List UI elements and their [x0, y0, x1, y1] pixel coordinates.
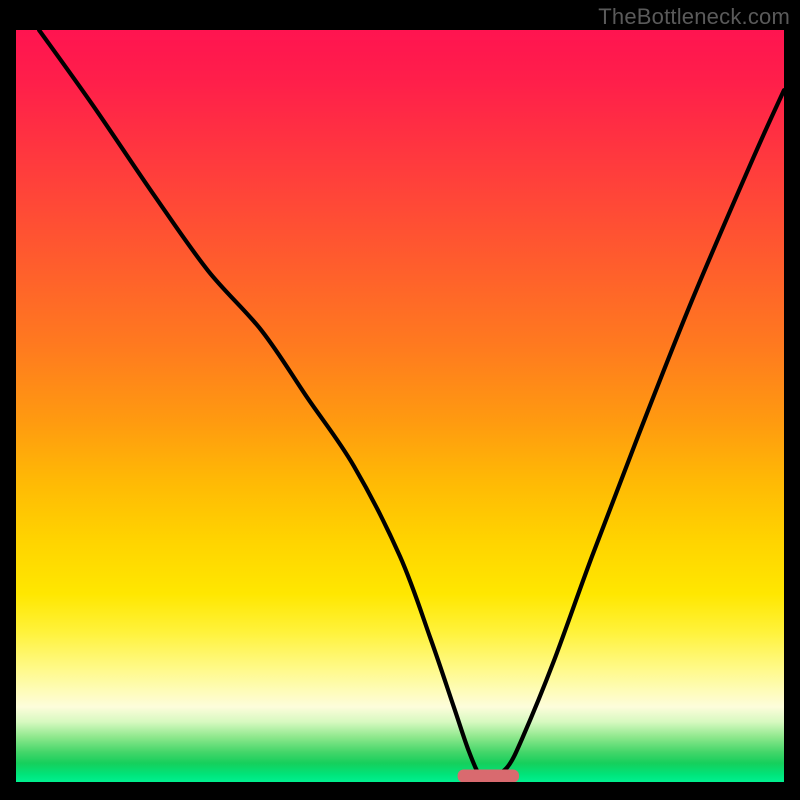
curve-overlay — [16, 30, 784, 782]
optimum-marker — [458, 769, 519, 782]
plot-area — [16, 30, 784, 782]
chart-frame: TheBottleneck.com — [0, 0, 800, 800]
bottleneck-curve — [39, 30, 784, 778]
watermark-text: TheBottleneck.com — [598, 4, 790, 30]
